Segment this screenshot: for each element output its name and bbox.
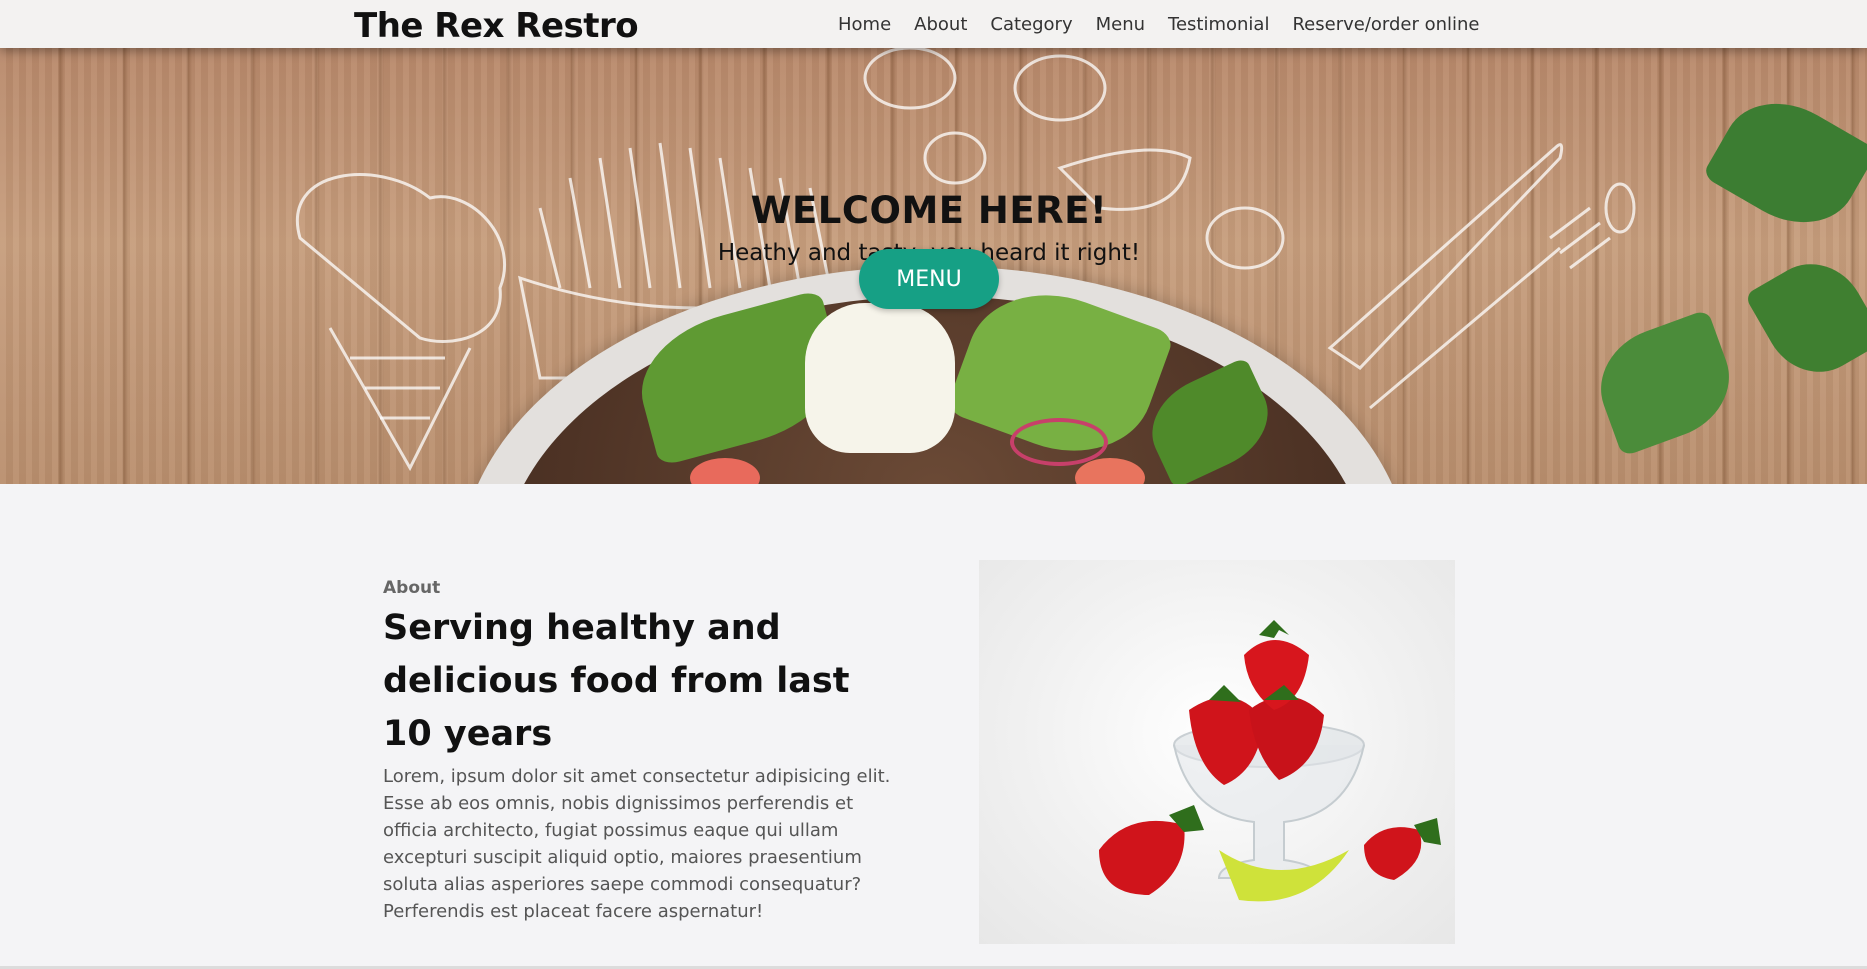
hero-title: WELCOME HERE! xyxy=(750,189,1108,232)
cheese-piece xyxy=(805,303,955,453)
about-heading: Serving healthy and delicious food from … xyxy=(383,608,850,754)
about-paragraph: Lorem, ipsum dolor sit amet consectetur … xyxy=(383,766,891,922)
nav-link-reserve-order-online[interactable]: Reserve/order online xyxy=(1292,14,1479,35)
brand-logo-text[interactable]: The Rex Restro xyxy=(354,3,639,49)
nav-link-about[interactable]: About xyxy=(914,14,967,35)
main-nav: Home About Category Menu Testimonial Res… xyxy=(838,0,1480,48)
nav-link-category[interactable]: Category xyxy=(990,14,1072,35)
strawberries-illustration xyxy=(1099,620,1441,902)
strawberries-image xyxy=(979,560,1455,944)
nav-link-menu[interactable]: Menu xyxy=(1096,14,1145,35)
about-section-label: About xyxy=(383,578,441,598)
nav-link-home[interactable]: Home xyxy=(838,14,891,35)
menu-button[interactable]: MENU xyxy=(859,249,999,309)
onion-slice xyxy=(1010,418,1108,466)
nav-link-testimonial[interactable]: Testimonial xyxy=(1168,14,1269,35)
top-navbar: The Rex Restro Home About Category Menu … xyxy=(0,0,1867,48)
